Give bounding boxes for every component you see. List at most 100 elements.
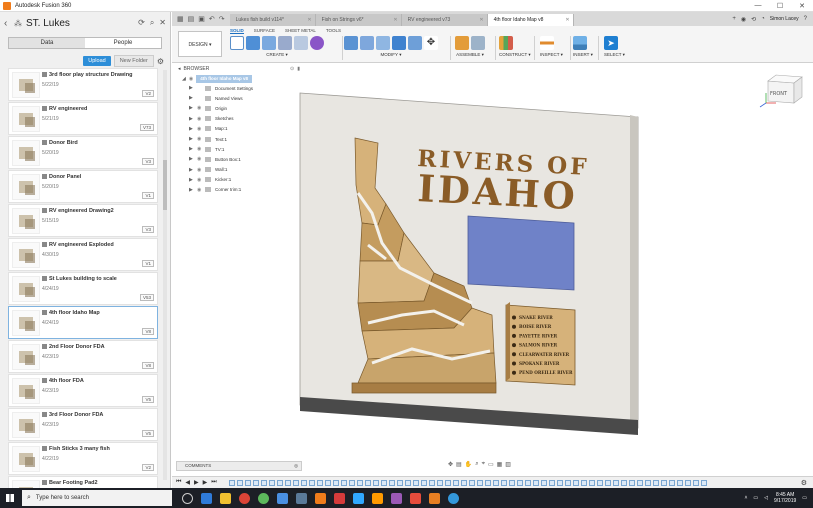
timeline-feature-icon[interactable] [364,479,371,486]
browser-settings-icon[interactable]: ⊙ [290,66,294,72]
version-badge[interactable]: V8 [142,362,154,369]
hole-icon[interactable] [278,36,292,50]
refresh-icon[interactable]: ⟳ [138,18,145,28]
timeline-feature-icon[interactable] [492,479,499,486]
taskbar-search[interactable]: ⌕ Type here to search [22,490,172,506]
tab-tools[interactable]: TOOLS [326,28,341,34]
timeline-feature-icon[interactable] [236,479,243,486]
hub-icon[interactable]: ⁂ [14,19,22,28]
photoshop-icon[interactable] [353,492,364,504]
look-at-icon[interactable]: ▤ [456,461,462,471]
tab-surface[interactable]: SURFACE [254,28,275,34]
tab-people[interactable]: People [85,38,161,48]
version-badge[interactable]: V8 [142,328,154,335]
visibility-eye-icon[interactable]: ◉ [197,167,205,173]
version-badge[interactable]: V5 [142,396,154,403]
timeline-settings-icon[interactable]: ⚙ [801,479,807,487]
fit-icon[interactable]: ⌖ [482,461,485,471]
timeline-feature-icon[interactable] [508,479,515,486]
select-cursor-icon[interactable]: ➤ [604,36,618,50]
measure-icon[interactable] [540,36,554,50]
timeline-feature-icon[interactable] [476,479,483,486]
expand-arrow-icon[interactable]: ▶ [189,187,197,193]
fillet-icon[interactable] [360,36,374,50]
timeline-feature-icon[interactable] [268,479,275,486]
expand-arrow-icon[interactable]: ▶ [189,177,197,183]
close-button[interactable]: ✕ [791,2,813,10]
version-badge[interactable]: V1 [142,192,154,199]
new-tab-icon[interactable]: + [732,16,736,22]
expand-arrow-icon[interactable]: ▶ [189,126,197,132]
version-badge[interactable]: V2 [142,90,154,97]
edge-icon[interactable] [201,492,212,504]
file-item[interactable]: Donor Bird 5/20/19 V3 [8,136,158,169]
timeline-feature-icon[interactable] [444,479,451,486]
app-blue-icon[interactable] [277,492,288,504]
document-tab[interactable]: 4th floor Idaho Map v8 ✕ [487,14,574,26]
visibility-eye-icon[interactable]: ◉ [197,156,205,162]
file-item[interactable]: RV engineered 5/21/19 V73 [8,102,158,135]
timeline-feature-icon[interactable] [292,479,299,486]
timeline-feature-icon[interactable] [396,479,403,486]
fusion-taskbar-icon[interactable] [315,492,326,504]
pattern-icon[interactable] [294,36,308,50]
visibility-eye-icon[interactable]: ◉ [197,105,205,111]
timeline-feature-icon[interactable] [684,479,691,486]
comments-panel[interactable]: COMMENTS ◎ [176,461,302,471]
tray-arrow-icon[interactable]: ˄ [745,495,748,501]
timeline-feature-icon[interactable] [652,479,659,486]
modify-menu[interactable]: MODIFY ▾ [344,52,438,58]
inspect-menu[interactable]: INSPECT ▾ [540,52,563,58]
tab-solid[interactable]: SOLID [230,28,244,34]
browser-root[interactable]: ◢ ◉ 4th floor Idaho Map v8 [182,74,300,83]
search-icon[interactable]: ⌕ [150,18,154,28]
display-settings-icon[interactable]: ▭ [488,461,494,471]
expand-arrow-icon[interactable]: ▶ [189,146,197,152]
timeline-feature-icon[interactable] [660,479,667,486]
version-badge[interactable]: V3 [142,158,154,165]
expand-arrow-icon[interactable]: ◢ [182,76,186,82]
press-pull-icon[interactable] [344,36,358,50]
version-badge[interactable]: V53 [139,294,154,301]
timeline-feature-icon[interactable] [524,479,531,486]
timeline-feature-icon[interactable] [404,479,411,486]
version-badge[interactable]: V3 [142,226,154,233]
network-icon[interactable]: ▭ [753,495,758,501]
go-to-end-icon[interactable]: ⏭ [211,479,216,486]
document-tab[interactable]: Fish on Strings v6* ✕ [315,14,402,26]
acrobat-icon[interactable] [410,492,421,504]
timeline-feature-icon[interactable] [380,479,387,486]
version-badge[interactable]: V73 [139,124,154,131]
windows-start-icon[interactable] [0,488,20,508]
timeline-feature-icon[interactable] [460,479,467,486]
close-tab-icon[interactable]: ✕ [479,14,483,26]
visibility-eye-icon[interactable]: ◉ [197,116,205,122]
timeline-feature-icon[interactable] [484,479,491,486]
expand-arrow-icon[interactable]: ▶ [189,136,197,142]
file-item[interactable]: RV engineered Drawing2 5/15/19 V3 [8,204,158,237]
volume-icon[interactable]: ◁ [764,495,768,501]
move-icon[interactable]: ✥ [424,36,438,50]
file-menu-icon[interactable]: ▤ [188,15,195,23]
timeline-feature-icon[interactable] [388,479,395,486]
version-badge[interactable]: V2 [142,464,154,471]
timeline-feature-icon[interactable] [604,479,611,486]
upload-button[interactable]: Upload [83,56,111,66]
insert-menu[interactable]: INSERT ▾ [573,52,593,58]
timeline-feature-icon[interactable] [372,479,379,486]
grid-settings-icon[interactable]: ▦ [497,461,503,471]
timeline-feature-icon[interactable] [540,479,547,486]
timeline-feature-icon[interactable] [548,479,555,486]
viewports-icon[interactable]: ▥ [505,461,511,471]
revolve-icon[interactable] [262,36,276,50]
timeline-feature-icon[interactable] [428,479,435,486]
app-orange-icon[interactable] [429,492,440,504]
timeline-feature-icon[interactable] [516,479,523,486]
joint-icon[interactable] [471,36,485,50]
view-cube[interactable]: FRONT [759,74,803,108]
timeline-feature-icon[interactable] [612,479,619,486]
visibility-eye-icon[interactable]: ◉ [197,177,205,183]
tab-data[interactable]: Data [9,38,85,48]
illustrator-icon[interactable] [372,492,383,504]
visibility-eye-icon[interactable]: ◉ [189,76,193,82]
